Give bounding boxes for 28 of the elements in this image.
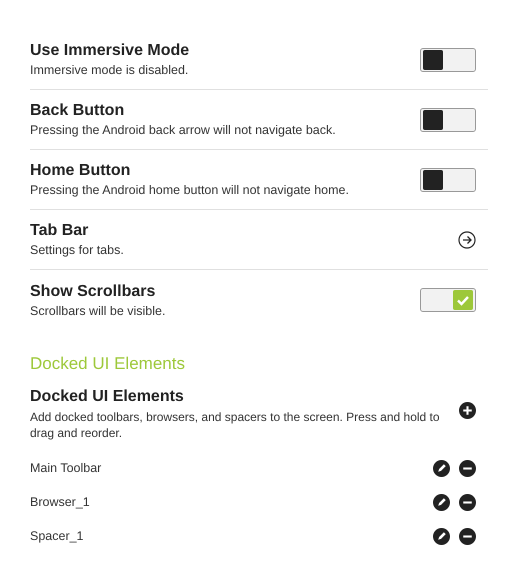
edit-icon[interactable] xyxy=(433,494,450,510)
remove-icon[interactable] xyxy=(459,494,476,510)
edit-icon[interactable] xyxy=(433,460,450,476)
toggle-switch[interactable] xyxy=(420,108,476,132)
setting-description: Settings for tabs. xyxy=(30,243,124,257)
setting-description: Pressing the Android home button will not navigate home. xyxy=(30,183,349,197)
section-title: Docked UI Elements xyxy=(30,388,184,406)
setting-description: Immersive mode is disabled. xyxy=(30,63,188,77)
setting-description: Scrollbars will be visible. xyxy=(30,304,166,318)
section-heading: Docked UI Elements xyxy=(30,354,185,374)
toggle-switch[interactable] xyxy=(420,168,476,192)
edit-icon[interactable] xyxy=(433,528,450,544)
remove-icon[interactable] xyxy=(459,460,476,476)
setting-title: Tab Bar xyxy=(30,222,88,240)
section-description: Add docked toolbars, browsers, and spacers to the screen. Press and hold to drag and reorder. xyxy=(30,409,441,441)
toggle-switch[interactable] xyxy=(420,48,476,72)
arrow-circle-icon[interactable] xyxy=(458,230,476,248)
docked-item-label[interactable]: Browser_1 xyxy=(30,495,90,509)
setting-title: Back Button xyxy=(30,102,124,120)
setting-description: Pressing the Android back arrow will not navigate back. xyxy=(30,123,336,137)
setting-title: Use Immersive Mode xyxy=(30,42,190,60)
setting-title: Home Button xyxy=(30,162,130,180)
add-icon[interactable] xyxy=(459,402,476,419)
setting-title: Show Scrollbars xyxy=(30,282,156,300)
docked-item-label[interactable]: Spacer_1 xyxy=(30,529,84,543)
toggle-switch[interactable] xyxy=(420,288,476,312)
docked-item-label[interactable]: Main Toolbar xyxy=(30,461,102,475)
remove-icon[interactable] xyxy=(459,528,476,544)
